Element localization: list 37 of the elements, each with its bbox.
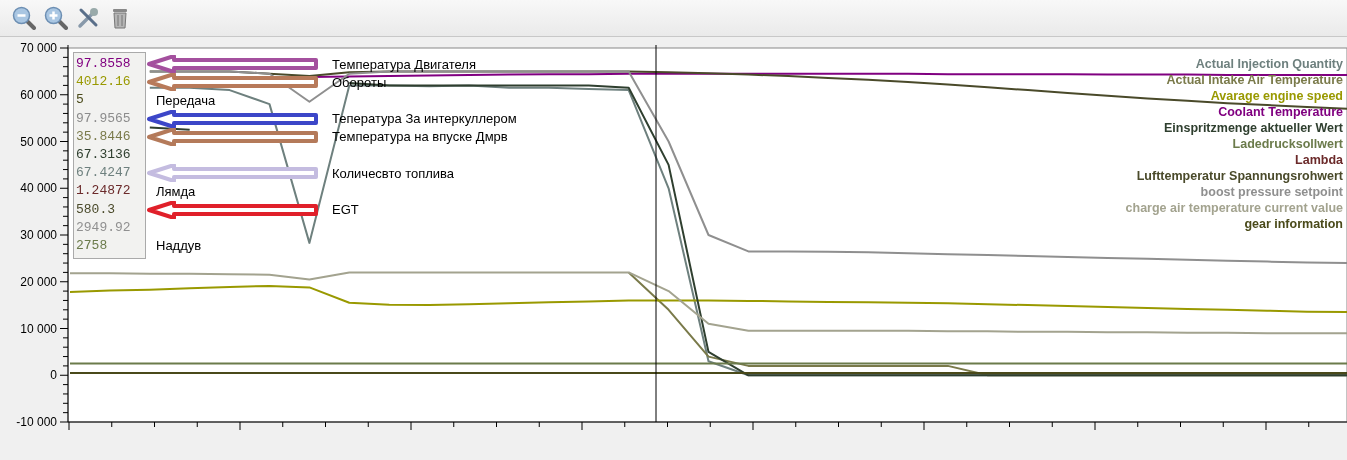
axis-label: 60 000 — [20, 87, 57, 102]
axis-label: 30 000 — [20, 228, 57, 242]
axis-label: 10 000 — [20, 321, 57, 336]
axis-label: 0 — [50, 368, 57, 383]
axis-label: -10 000 — [16, 415, 57, 429]
annotation-label: Количесвто топлива — [332, 165, 455, 181]
legend-label: gear information — [1244, 217, 1343, 231]
annotation-label: Лямда — [155, 183, 196, 199]
readout-value: 97.8558 — [76, 55, 132, 73]
readout-value: 580.3 — [76, 200, 116, 219]
annotation-label: Передача — [155, 92, 216, 108]
legend-label: Ladedrucksollwert — [1232, 137, 1343, 151]
legend-label: Lufttemperatur Spannungsrohwert — [1136, 169, 1343, 183]
legend-label: Actual Injection Quantity — [1195, 57, 1343, 71]
axis-label: 20 000 — [20, 274, 57, 289]
legend-label: Avarage engine speed — [1210, 89, 1343, 103]
readout-value: 35.8446 — [76, 127, 132, 146]
legend-label: charge air temperature current value — [1125, 201, 1343, 215]
readout-value: 67.4247 — [76, 164, 132, 183]
readout-value: 5 — [76, 91, 85, 110]
readout-value: 4012.16 — [76, 73, 132, 92]
axis-label: 40 000 — [20, 181, 57, 196]
legend-label: Einspritzmenge aktueller Wert — [1164, 121, 1343, 135]
legend-label: Lambda — [1295, 153, 1343, 167]
legend-label: boost pressure setpoint — [1200, 185, 1343, 199]
readout-value: 2949.92 — [76, 218, 132, 237]
axis-label: 70 000 — [20, 41, 57, 55]
readout-value: 1.24872 — [76, 182, 132, 201]
axis-label: 50 000 — [20, 134, 57, 149]
annotation-label: Температура Двигателя — [332, 56, 476, 72]
legend-label: Coolant Temperature — [1218, 105, 1343, 119]
readout-value: 67.3136 — [76, 145, 132, 164]
legend-label: Actual Intake Air Temperature — [1166, 73, 1343, 87]
annotation-label: Наддув — [155, 238, 202, 254]
readout-value: 97.9565 — [76, 109, 132, 128]
readout-value: 2758 — [76, 236, 109, 255]
annotation-label: EGT — [332, 202, 359, 218]
